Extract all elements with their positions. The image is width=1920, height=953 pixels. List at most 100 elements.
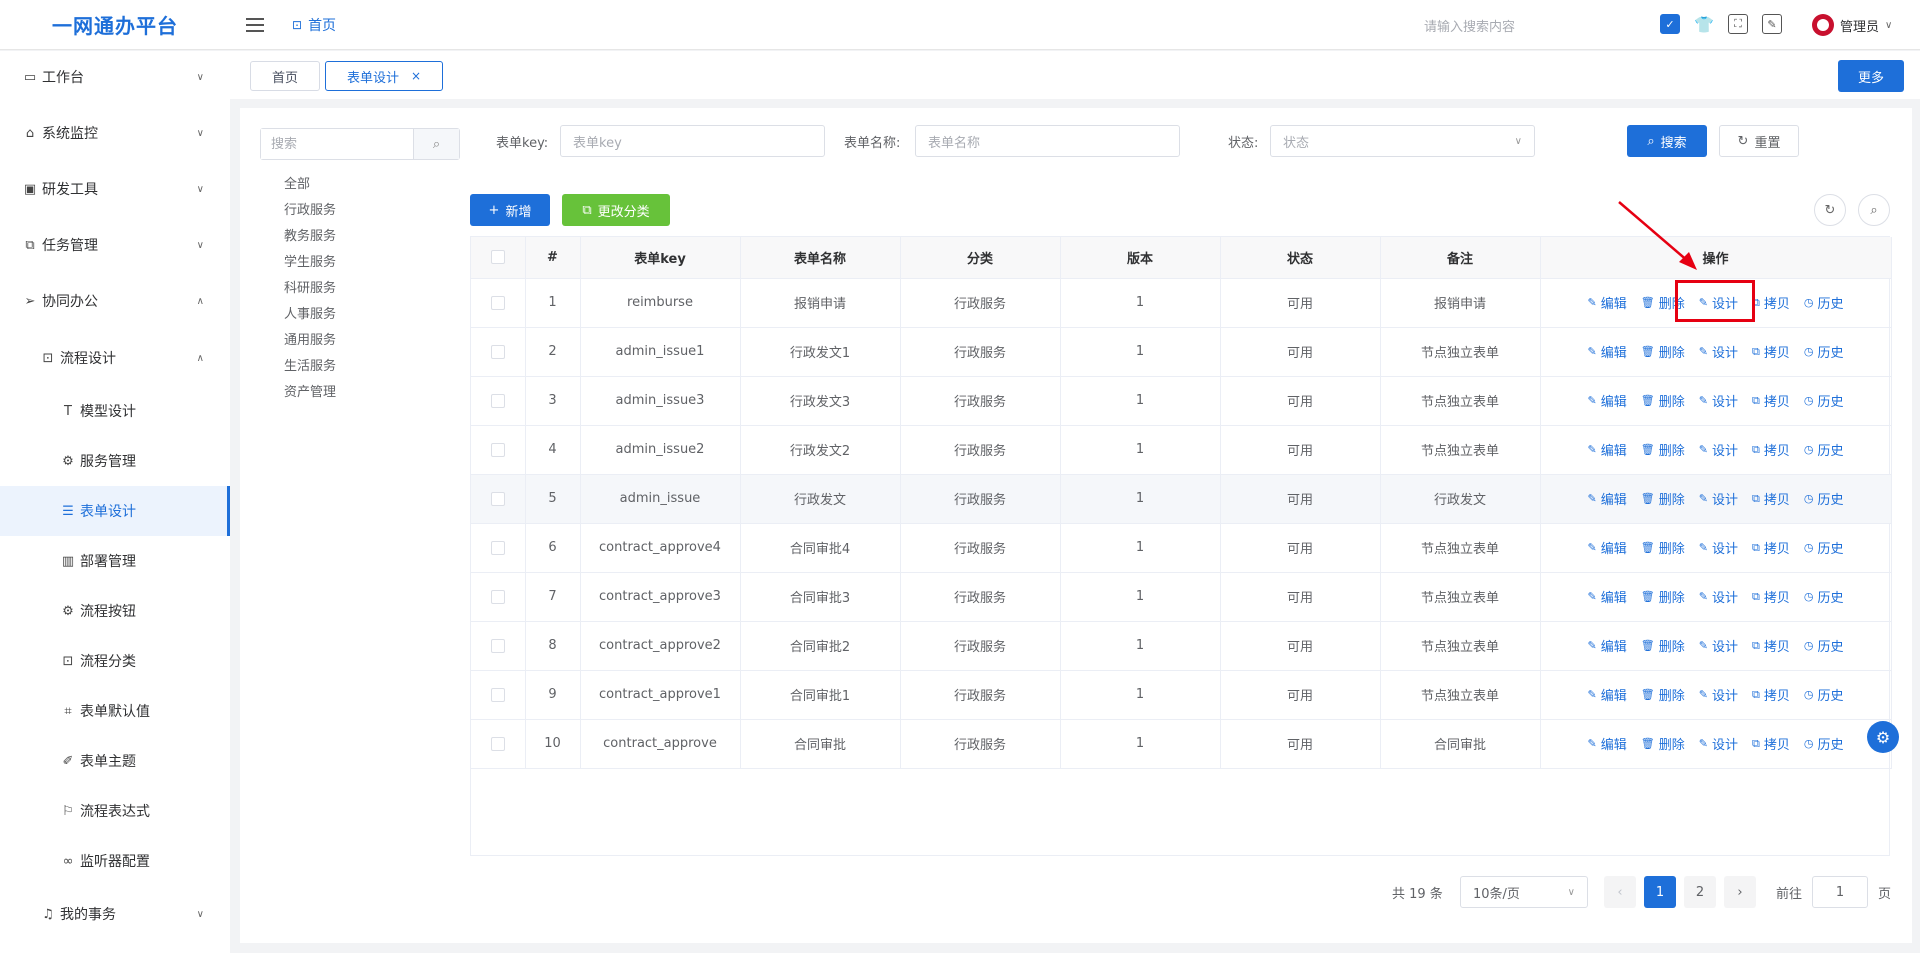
sidebar-item-listener[interactable]: ∞ 监听器配置 [0, 836, 230, 886]
settings-gear-icon[interactable]: ⚙ [1867, 721, 1899, 753]
history-button[interactable]: ◷ 历史 [1804, 685, 1844, 704]
sidebar-item-form-design[interactable]: ☰ 表单设计 [0, 486, 230, 536]
delete-button[interactable]: 🗑 删除 [1641, 440, 1685, 459]
sidebar-item-model-design[interactable]: T 模型设计 [0, 386, 230, 436]
history-button[interactable]: ◷ 历史 [1804, 391, 1844, 410]
shirt-icon[interactable]: 👕 [1694, 14, 1714, 34]
checkbox[interactable] [490, 736, 505, 751]
checkbox-icon[interactable]: ✓ [1660, 14, 1680, 34]
page-button-1[interactable]: 1 [1644, 876, 1676, 908]
history-button[interactable]: ◷ 历史 [1804, 342, 1844, 361]
sidebar-item-flow-design[interactable]: ⊡ 流程设计 ∧ [0, 333, 230, 383]
tree-item-research[interactable]: 科研服务 [284, 276, 336, 302]
history-button[interactable]: ◷ 历史 [1804, 538, 1844, 557]
design-button[interactable]: ✎ 设计 [1699, 734, 1738, 753]
app-logo[interactable]: 一网通办平台 [0, 10, 230, 39]
copy-button[interactable]: ⧉ 拷贝 [1752, 734, 1790, 754]
delete-button[interactable]: 🗑 删除 [1641, 391, 1685, 410]
tree-search-input[interactable] [261, 129, 413, 159]
checkbox[interactable] [490, 638, 505, 653]
edit-button[interactable]: ✎ 编辑 [1588, 489, 1627, 508]
edit-button[interactable]: ✎ 编辑 [1588, 538, 1627, 557]
design-button[interactable]: ✎ 设计 [1699, 342, 1738, 361]
delete-button[interactable]: 🗑 删除 [1641, 587, 1685, 606]
history-button[interactable]: ◷ 历史 [1804, 293, 1844, 312]
sidebar-item-workbench[interactable]: ▭ 工作台 ∨ [0, 52, 230, 102]
refresh-icon[interactable]: ↻ [1814, 194, 1846, 226]
design-button[interactable]: ✎ 设计 [1699, 685, 1738, 704]
checkbox[interactable] [490, 295, 505, 310]
checkbox[interactable] [490, 344, 505, 359]
row-checkbox[interactable] [471, 670, 526, 720]
hamburger-menu-icon[interactable] [246, 17, 264, 32]
tree-item-life[interactable]: 生活服务 [284, 354, 336, 380]
checkbox[interactable] [490, 687, 505, 702]
copy-button[interactable]: ⧉ 拷贝 [1752, 391, 1790, 411]
breadcrumb[interactable]: ⊡ 首页 [292, 15, 336, 35]
search-icon[interactable]: ⌕ [413, 129, 459, 159]
history-button[interactable]: ◷ 历史 [1804, 489, 1844, 508]
checkbox[interactable] [490, 442, 505, 457]
delete-button[interactable]: 🗑 删除 [1641, 636, 1685, 655]
history-button[interactable]: ◷ 历史 [1804, 587, 1844, 606]
select-all-checkbox[interactable] [471, 237, 526, 279]
fullscreen-icon[interactable]: ⛶ [1728, 14, 1748, 34]
delete-button[interactable]: 🗑 删除 [1641, 734, 1685, 753]
copy-button[interactable]: ⧉ 拷贝 [1752, 440, 1790, 460]
row-checkbox[interactable] [471, 474, 526, 524]
copy-button[interactable]: ⧉ 拷贝 [1752, 342, 1790, 362]
copy-button[interactable]: ⧉ 拷贝 [1752, 587, 1790, 607]
tree-item-general[interactable]: 通用服务 [284, 328, 336, 354]
sidebar-item-my-affairs[interactable]: ♫ 我的事务 ∨ [0, 889, 230, 939]
history-button[interactable]: ◷ 历史 [1804, 636, 1844, 655]
sidebar-item-monitor[interactable]: ⌂ 系统监控 ∨ [0, 108, 230, 158]
copy-button[interactable]: ⧉ 拷贝 [1752, 636, 1790, 656]
user-menu[interactable]: 管理员 ∨ [1812, 14, 1892, 36]
tool-icon[interactable]: ✎ [1762, 14, 1782, 34]
sidebar-item-service[interactable]: ⚙ 服务管理 [0, 436, 230, 486]
checkbox[interactable] [490, 393, 505, 408]
status-select[interactable]: 状态 ∨ [1270, 125, 1535, 157]
edit-button[interactable]: ✎ 编辑 [1588, 685, 1627, 704]
header-search-input[interactable]: 请输入搜索内容 [1424, 16, 1515, 35]
sidebar-item-devtools[interactable]: ▣ 研发工具 ∨ [0, 164, 230, 214]
copy-button[interactable]: ⧉ 拷贝 [1752, 293, 1790, 313]
row-checkbox[interactable] [471, 523, 526, 573]
row-checkbox[interactable] [471, 376, 526, 426]
row-checkbox[interactable] [471, 719, 526, 769]
design-button[interactable]: ✎ 设计 [1699, 636, 1738, 655]
checkbox[interactable] [490, 491, 505, 506]
edit-button[interactable]: ✎ 编辑 [1588, 440, 1627, 459]
tab-form-design[interactable]: 表单设计 × [325, 61, 443, 91]
history-button[interactable]: ◷ 历史 [1804, 440, 1844, 459]
edit-button[interactable]: ✎ 编辑 [1588, 342, 1627, 361]
copy-button[interactable]: ⧉ 拷贝 [1752, 685, 1790, 705]
edit-button[interactable]: ✎ 编辑 [1588, 587, 1627, 606]
edit-button[interactable]: ✎ 编辑 [1588, 636, 1627, 655]
tree-item-hr[interactable]: 人事服务 [284, 302, 336, 328]
sidebar-item-form-default[interactable]: ⌗ 表单默认值 [0, 686, 230, 736]
form-name-input[interactable]: 表单名称 [915, 125, 1180, 157]
sidebar-item-flow-expression[interactable]: ⚐ 流程表达式 [0, 786, 230, 836]
tree-item-student[interactable]: 学生服务 [284, 250, 336, 276]
sidebar-item-form-theme[interactable]: ✐ 表单主题 [0, 736, 230, 786]
row-checkbox[interactable] [471, 278, 526, 328]
sidebar-item-flow-category[interactable]: ⊡ 流程分类 [0, 636, 230, 686]
search-icon[interactable]: ⌕ [1858, 194, 1890, 226]
delete-button[interactable]: 🗑 删除 [1641, 685, 1685, 704]
delete-button[interactable]: 🗑 删除 [1641, 489, 1685, 508]
edit-button[interactable]: ✎ 编辑 [1588, 391, 1627, 410]
copy-button[interactable]: ⧉ 拷贝 [1752, 489, 1790, 509]
add-button[interactable]: + 新增 [470, 194, 550, 226]
tree-item-academic[interactable]: 教务服务 [284, 224, 336, 250]
tab-home[interactable]: 首页 [250, 61, 320, 91]
close-icon[interactable]: × [411, 69, 421, 83]
edit-button[interactable]: ✎ 编辑 [1588, 734, 1627, 753]
page-size-select[interactable]: 10条/页 ∨ [1460, 876, 1588, 908]
checkbox[interactable] [490, 540, 505, 555]
design-button[interactable]: ✎ 设计 [1699, 587, 1738, 606]
row-checkbox[interactable] [471, 621, 526, 671]
form-key-input[interactable]: 表单key [560, 125, 825, 157]
design-button[interactable]: ✎ 设计 [1699, 538, 1738, 557]
avatar[interactable] [1812, 14, 1834, 36]
